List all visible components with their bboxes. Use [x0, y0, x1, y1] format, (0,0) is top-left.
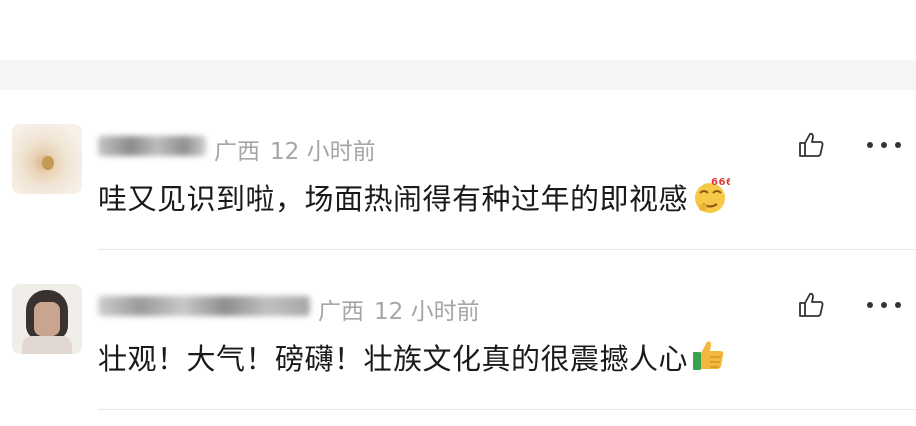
comment-time: 12 小时前: [270, 139, 376, 165]
comment-text: 哇又见识到啦，场面热闹得有种过年的即视感 666: [98, 175, 733, 222]
thumbs-up-icon[interactable]: [796, 130, 826, 160]
comment-body: 哇又见识到啦，场面热闹得有种过年的即视感: [98, 182, 689, 216]
comment-body: 壮观！大气！磅礴！壮族文化真的很震撼人心: [98, 342, 689, 376]
comment-meta: 广西 12 小时前: [318, 292, 480, 326]
comment-item: 广西 12 小时前 壮观！大气！磅礴！壮族文化真的很震撼人心: [0, 250, 916, 410]
avatar-image-detail: [34, 302, 60, 336]
avatar[interactable]: [12, 124, 82, 194]
thumbs-up-emoji-icon: [690, 336, 728, 381]
comment-item: 广西 12 小时前 哇又见识到啦，场面热闹得有种过年的即视感 666: [0, 90, 916, 250]
comment-divider: [98, 409, 916, 410]
username-blurred[interactable]: [98, 296, 310, 316]
more-options-icon[interactable]: [866, 300, 902, 310]
username-blurred[interactable]: [98, 136, 206, 156]
avatar-image-detail: [22, 336, 72, 354]
emoji-666-label: 666: [711, 177, 730, 188]
comment-region: 广西: [318, 299, 364, 325]
comment-meta: 广西 12 小时前: [214, 132, 376, 166]
more-options-icon[interactable]: [866, 140, 902, 150]
avatar-image-detail: [42, 156, 54, 170]
comment-region: 广西: [214, 139, 260, 165]
comment-text: 壮观！大气！磅礴！壮族文化真的很震撼人心: [98, 336, 728, 381]
top-blank-area: [0, 0, 916, 60]
comment-time: 12 小时前: [374, 299, 480, 325]
section-separator: [0, 60, 916, 90]
thumbs-up-icon[interactable]: [796, 290, 826, 320]
666-emoji-icon: 666: [690, 175, 733, 222]
avatar[interactable]: [12, 284, 82, 354]
